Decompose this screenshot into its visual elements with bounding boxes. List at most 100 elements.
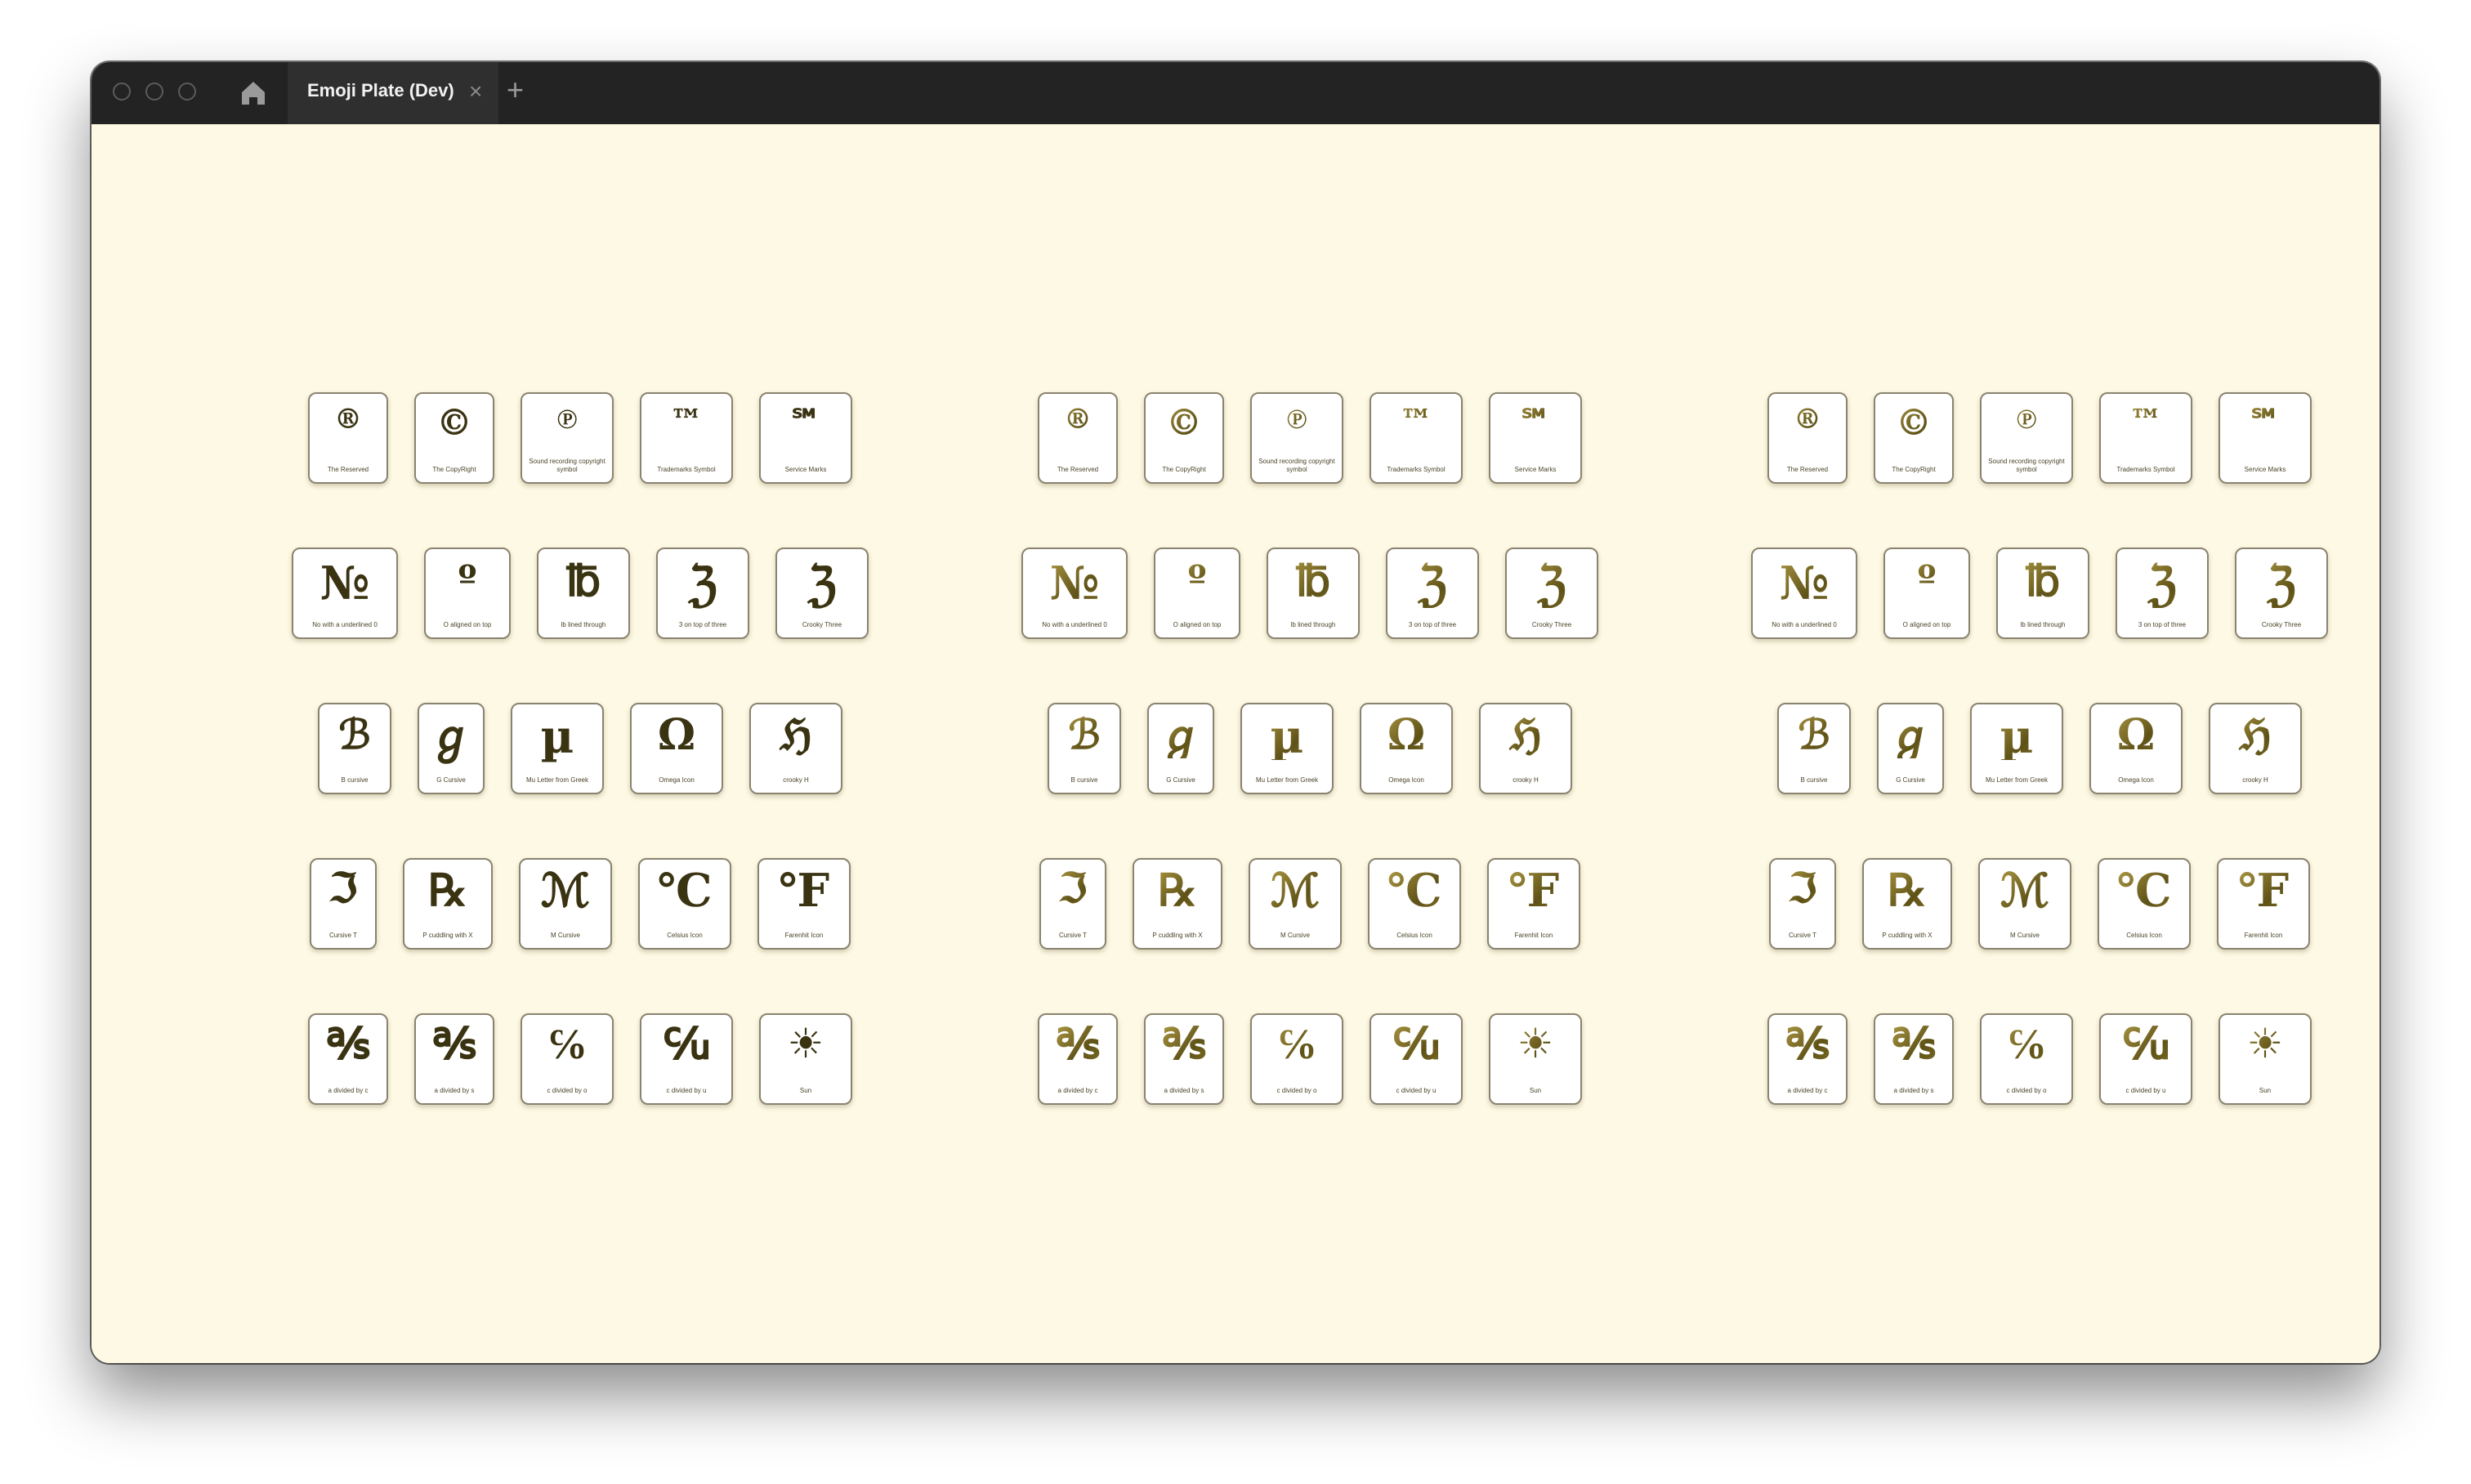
emoji-tile[interactable]: ™ Trademarks Symbol (2099, 392, 2192, 484)
emoji-label: 3 on top of three (678, 621, 727, 628)
emoji-tile[interactable]: ℅ c divided by o (1980, 1013, 2073, 1105)
emoji-tile[interactable]: ℊ G Cursive (1147, 703, 1214, 794)
emoji-label: P cuddling with X (1882, 932, 1933, 939)
close-window-button[interactable] (113, 83, 131, 101)
emoji-tile[interactable]: ℃ Celsius Icon (1368, 858, 1461, 950)
emoji-tile[interactable]: º O aligned on top (1154, 548, 1240, 639)
home-button[interactable] (235, 75, 271, 111)
emoji-tile[interactable]: µ Mu Letter from Greek (1240, 703, 1334, 794)
emoji-tile[interactable]: ℑ Cursive T (1769, 858, 1836, 950)
emoji-tile[interactable]: ™ Trademarks Symbol (1370, 392, 1463, 484)
emoji-label: crooky H (1513, 776, 1539, 784)
emoji-glyph: º (1155, 561, 1239, 598)
minimize-window-button[interactable] (145, 83, 163, 101)
emoji-tile[interactable]: ℁ a divided by s (1874, 1013, 1954, 1105)
emoji-tile[interactable]: ☀ Sun (1489, 1013, 1582, 1105)
emoji-tile[interactable]: ℬ B cursive (318, 703, 391, 794)
emoji-tile[interactable]: ℔ lb lined through (1996, 548, 2089, 639)
emoji-tile[interactable]: © The CopyRight (414, 392, 494, 484)
emoji-tile[interactable]: ℠ Service Marks (759, 392, 852, 484)
emoji-glyph: ℗ (556, 403, 578, 436)
emoji-tile[interactable]: ℨ Crooky Three (775, 548, 869, 639)
emoji-tile[interactable]: ℬ B cursive (1777, 703, 1851, 794)
emoji-tile[interactable]: ℨ 3 on top of three (1386, 548, 1479, 639)
emoji-tile[interactable]: ℊ G Cursive (418, 703, 485, 794)
emoji-tile[interactable]: ℗ Sound recording copyright symbol (1250, 392, 1343, 484)
emoji-glyph: ℬ (1779, 714, 1849, 755)
emoji-tile[interactable]: ℞ P cuddling with X (403, 858, 493, 950)
emoji-tile[interactable]: ℨ 3 on top of three (656, 548, 749, 639)
emoji-tile[interactable]: ℨ Crooky Three (2235, 548, 2328, 639)
emoji-tile[interactable]: ℁ a divided by c (308, 1013, 388, 1105)
emoji-tile[interactable]: ® The Reserved (308, 392, 388, 484)
emoji-tile[interactable]: ℨ Crooky Three (1505, 548, 1598, 639)
emoji-tile[interactable]: ℌcrooky H (749, 703, 842, 794)
emoji-tile[interactable]: ℁ a divided by c (1767, 1013, 1848, 1105)
emoji-tile[interactable]: ℨ 3 on top of three (2116, 548, 2209, 639)
emoji-tile[interactable]: № No with a underlined 0 (1751, 548, 1857, 639)
emoji-label: 3 on top of three (1408, 621, 1457, 628)
emoji-glyph: ℨ (807, 556, 837, 612)
emoji-tile[interactable]: ℁ a divided by c (1038, 1013, 1118, 1105)
emoji-tile[interactable]: ™ Trademarks Symbol (640, 392, 733, 484)
emoji-tile[interactable]: ℆ c divided by u (1370, 1013, 1463, 1105)
emoji-tile[interactable]: ℠ Service Marks (1489, 392, 1582, 484)
emoji-glyph: ℞ (1134, 868, 1221, 912)
emoji-tile[interactable]: ℆ c divided by u (640, 1013, 733, 1105)
emoji-tile[interactable]: ℅ c divided by o (1250, 1013, 1343, 1105)
tab-close-icon[interactable]: × (469, 77, 482, 106)
new-tab-icon[interactable]: + (507, 74, 524, 106)
emoji-tile[interactable]: ® The Reserved (1767, 392, 1848, 484)
emoji-tile[interactable]: ℔ lb lined through (1267, 548, 1360, 639)
emoji-label: crooky H (783, 776, 809, 784)
emoji-tile[interactable]: ℳ M Cursive (519, 858, 612, 950)
emoji-tile[interactable]: ℃ Celsius Icon (2098, 858, 2191, 950)
emoji-tile[interactable]: ℳ M Cursive (1249, 858, 1342, 950)
emoji-tile[interactable]: © The CopyRight (1144, 392, 1224, 484)
tab-emoji-plate[interactable]: Emoji Plate (Dev) × (288, 62, 498, 124)
emoji-tile[interactable]: Ω Omega Icon (2089, 703, 2183, 794)
emoji-tile[interactable]: ® The Reserved (1038, 392, 1118, 484)
emoji-tile[interactable]: ℗ Sound recording copyright symbol (1980, 392, 2073, 484)
emoji-tile[interactable]: ☀ Sun (759, 1013, 852, 1105)
emoji-tile[interactable]: ℉ Farenhit Icon (2217, 858, 2310, 950)
emoji-tile[interactable]: ℞ P cuddling with X (1133, 858, 1222, 950)
emoji-tile[interactable]: ℞ P cuddling with X (1862, 858, 1952, 950)
emoji-tile[interactable]: ℗ Sound recording copyright symbol (521, 392, 614, 484)
emoji-tile[interactable]: ℉ Farenhit Icon (757, 858, 851, 950)
emoji-tile[interactable]: º O aligned on top (424, 548, 511, 639)
emoji-tile[interactable]: ℳ M Cursive (1978, 858, 2071, 950)
emoji-tile[interactable]: ℁ a divided by s (414, 1013, 494, 1105)
emoji-tile[interactable]: ☀ Sun (2219, 1013, 2312, 1105)
emoji-tile[interactable]: ℑ Cursive T (310, 858, 377, 950)
emoji-glyph: ℨ (1387, 561, 1477, 608)
emoji-tile[interactable]: ℉ Farenhit Icon (1487, 858, 1580, 950)
emoji-tile[interactable]: ℌcrooky H (2209, 703, 2302, 794)
emoji-tile[interactable]: µ Mu Letter from Greek (511, 703, 604, 794)
emoji-tile[interactable]: ℊ G Cursive (1877, 703, 1944, 794)
emoji-tile[interactable]: ℠ Service Marks (2219, 392, 2312, 484)
emoji-tile[interactable]: ℌcrooky H (1479, 703, 1572, 794)
maximize-window-button[interactable] (178, 83, 196, 101)
emoji-tile[interactable]: µ Mu Letter from Greek (1970, 703, 2063, 794)
emoji-label: a divided by s (434, 1087, 475, 1094)
emoji-glyph: ℌ (1481, 714, 1571, 757)
emoji-tile[interactable]: ℆ c divided by u (2099, 1013, 2192, 1105)
emoji-tile[interactable]: № No with a underlined 0 (292, 548, 398, 639)
emoji-tile[interactable]: ℁ a divided by s (1144, 1013, 1224, 1105)
emoji-tile[interactable]: ℔ lb lined through (537, 548, 630, 639)
emoji-label: Sound recording copyright symbol (1258, 458, 1335, 473)
emoji-tile[interactable]: ℑ Cursive T (1039, 858, 1106, 950)
emoji-glyph: ℳ (1250, 868, 1340, 914)
emoji-tile[interactable]: Ω Omega Icon (1360, 703, 1453, 794)
emoji-label: c divided by o (547, 1087, 588, 1094)
emoji-label: Crooky Three (802, 621, 842, 628)
emoji-tile[interactable]: ℅ c divided by o (521, 1013, 614, 1105)
emoji-tile[interactable]: º O aligned on top (1883, 548, 1970, 639)
emoji-tile[interactable]: Ω Omega Icon (630, 703, 723, 794)
emoji-tile[interactable]: ℬ B cursive (1048, 703, 1121, 794)
emoji-tile[interactable]: № No with a underlined 0 (1021, 548, 1128, 639)
emoji-label: Trademarks Symbol (2116, 466, 2175, 473)
emoji-tile[interactable]: ℃ Celsius Icon (638, 858, 731, 950)
emoji-tile[interactable]: © The CopyRight (1874, 392, 1954, 484)
